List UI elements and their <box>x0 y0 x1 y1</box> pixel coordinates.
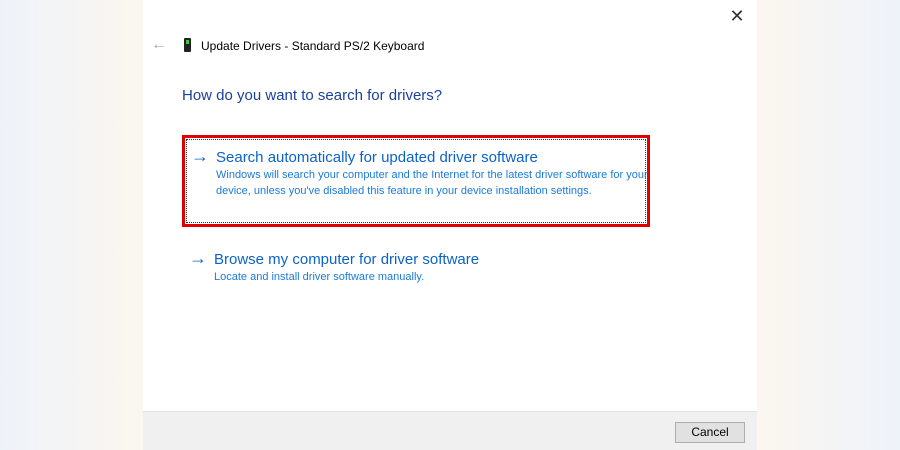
browse-computer-option[interactable]: → Browse my computer for driver software… <box>183 248 649 288</box>
background-right <box>757 0 900 450</box>
close-button[interactable]: ✕ <box>725 4 749 28</box>
back-arrow-icon[interactable]: ← <box>151 36 167 54</box>
arrow-right-icon: → <box>189 248 207 268</box>
keyboard-device-icon <box>184 38 191 52</box>
arrow-right-icon: → <box>191 146 209 166</box>
dialog-title: Update Drivers - Standard PS/2 Keyboard <box>201 39 425 53</box>
option-title: Search automatically for updated driver … <box>216 149 538 166</box>
dialog-footer: Cancel <box>143 411 757 450</box>
option-description: Locate and install driver software manua… <box>214 271 425 283</box>
background-left <box>0 0 143 450</box>
cancel-button[interactable]: Cancel <box>675 422 745 443</box>
option-title: Browse my computer for driver software <box>214 251 480 268</box>
option-description: Windows will search your computer and th… <box>216 169 648 197</box>
update-drivers-dialog: ✕ ← Update Drivers - Standard PS/2 Keybo… <box>143 0 757 450</box>
search-automatically-option[interactable]: → Search automatically for updated drive… <box>182 135 650 227</box>
page-heading: How do you want to search for drivers? <box>182 87 443 104</box>
